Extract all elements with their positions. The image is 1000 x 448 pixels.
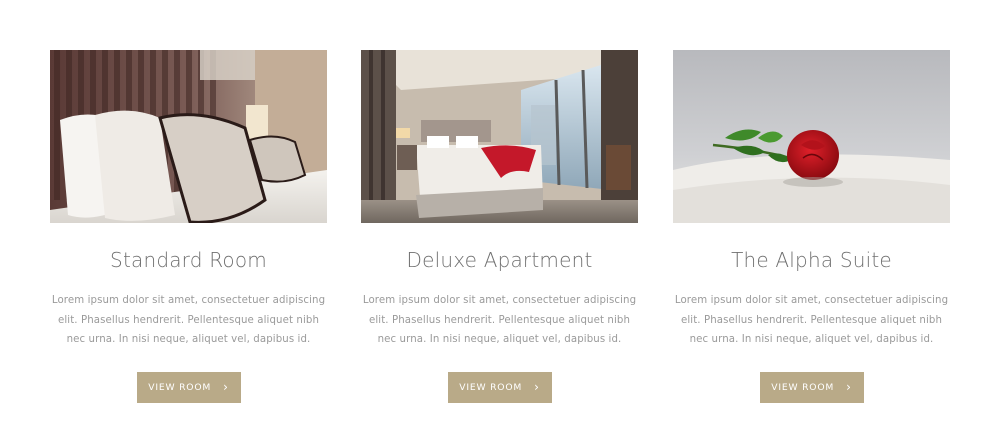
room-description: Lorem ipsum dolor sit amet, consectetuer…: [51, 295, 326, 345]
apartment-bedroom-photo[interactable]: [361, 50, 638, 223]
chevron-right-icon: ›: [846, 379, 852, 394]
view-room-button[interactable]: VIEW ROOM ›: [447, 371, 552, 403]
bedroom-pillows-photo[interactable]: [50, 50, 327, 223]
red-rose-on-bed-photo[interactable]: [673, 50, 950, 223]
chevron-right-icon: ›: [534, 379, 540, 394]
room-title: Deluxe Apartment: [406, 248, 593, 272]
room-title: Standard Room: [110, 248, 267, 272]
view-room-button-label: VIEW ROOM: [771, 381, 835, 393]
view-room-button-label: VIEW ROOM: [148, 381, 212, 393]
room-card-deluxe: Deluxe Apartment Lorem ipsum dolor sit a…: [361, 50, 638, 403]
room-card-standard: Standard Room Lorem ipsum dolor sit amet…: [50, 50, 327, 403]
room-card-alpha-suite: The Alpha Suite Lorem ipsum dolor sit am…: [673, 50, 950, 403]
room-description: Lorem ipsum dolor sit amet, consectetuer…: [362, 295, 637, 345]
room-description: Lorem ipsum dolor sit amet, consectetuer…: [674, 295, 949, 345]
chevron-right-icon: ›: [223, 379, 229, 394]
view-room-button-label: VIEW ROOM: [459, 381, 523, 393]
view-room-button[interactable]: VIEW ROOM ›: [759, 371, 864, 403]
view-room-button[interactable]: VIEW ROOM ›: [136, 371, 241, 403]
rooms-section: Standard Room Lorem ipsum dolor sit amet…: [0, 0, 1000, 448]
room-title: The Alpha Suite: [731, 248, 892, 272]
